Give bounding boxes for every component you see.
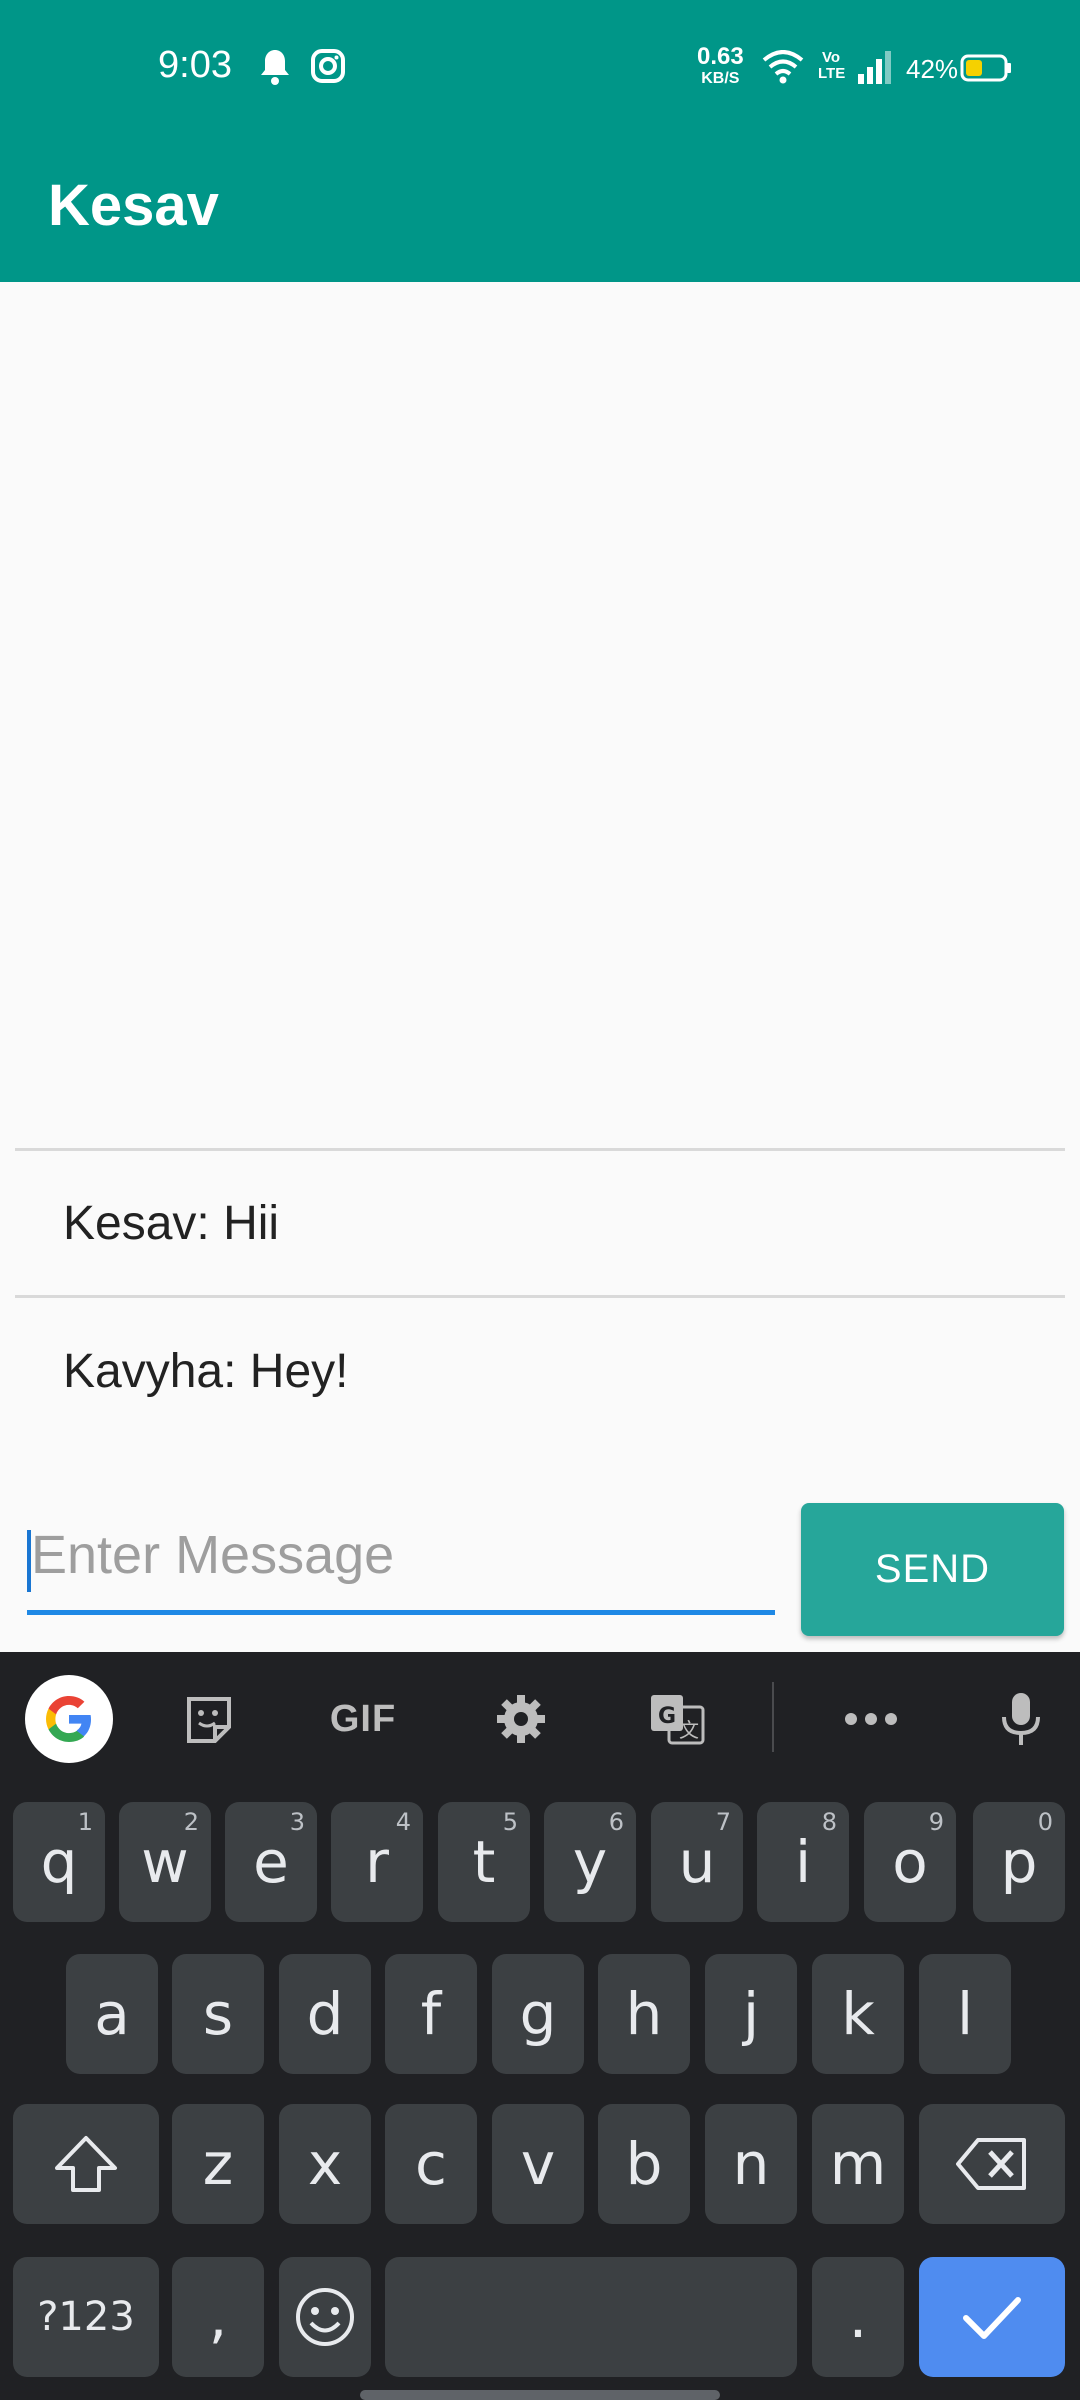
key-k[interactable]: k [812,1954,904,2074]
key-hint: 7 [715,1808,731,1836]
key-h[interactable]: h [598,1954,690,2074]
svg-text:文: 文 [679,1718,699,1742]
key-q[interactable]: q1 [13,1802,105,1922]
keyboard: GIF G文 q1 w2 e3 r4 t5 y6 u7 i8 o9 p0 a s… [0,1652,1080,2400]
gif-button[interactable]: GIF [318,1674,408,1764]
key-b[interactable]: b [598,2104,690,2224]
key-o[interactable]: o9 [864,1802,956,1922]
bell-icon [258,48,292,91]
key-hint: 4 [395,1808,411,1836]
battery-icon [960,54,1012,87]
key-hint: 8 [821,1808,837,1836]
key-n[interactable]: n [705,2104,797,2224]
toolbar-divider [772,1682,774,1752]
key-x[interactable]: x [279,2104,371,2224]
emoji-icon [296,2288,354,2346]
key-u[interactable]: u7 [651,1802,743,1922]
shift-icon [55,2136,117,2192]
net-speed-value: 0.63 [697,43,744,70]
key-hint: 5 [502,1808,518,1836]
key-label: q [40,1828,78,1896]
sticker-icon[interactable] [164,1674,254,1764]
key-e[interactable]: e3 [225,1802,317,1922]
key-m[interactable]: m [812,2104,904,2224]
key-a[interactable]: a [66,1954,158,2074]
backspace-icon [956,2138,1026,2190]
key-d[interactable]: d [279,1954,371,2074]
key-hint: 0 [1037,1808,1053,1836]
send-button[interactable]: SEND [801,1503,1064,1636]
net-speed: 0.63 KB/S [697,43,744,90]
home-indicator[interactable] [360,2390,720,2400]
key-z[interactable]: z [172,2104,264,2224]
key-j[interactable]: j [705,1954,797,2074]
signal-icon [856,50,892,89]
battery-percent: 42% [906,54,959,84]
symbols-key[interactable]: ?123 [13,2257,159,2377]
input-underline [27,1610,775,1615]
comma-key[interactable]: , [172,2257,264,2377]
key-y[interactable]: y6 [544,1802,636,1922]
done-key[interactable] [919,2257,1065,2377]
key-hint: 1 [77,1808,93,1836]
key-label: i [794,1828,812,1896]
key-l[interactable]: l [919,1954,1011,2074]
list-item: Kavyha: Hey! [63,1345,349,1398]
key-label: t [472,1828,496,1896]
key-label: e [253,1828,289,1896]
key-label: r [365,1828,389,1896]
app-bar: Kesav [0,136,1080,282]
keyboard-toolbar: GIF G文 [0,1652,1080,1782]
key-label: u [678,1828,716,1896]
wifi-icon [762,50,804,89]
key-hint: 6 [608,1808,624,1836]
key-label: w [141,1828,189,1896]
svg-text:G: G [658,1704,676,1729]
key-label: o [892,1828,928,1896]
status-bar: 9:03 0.63 KB/S Vo LTE 42% [0,0,1080,136]
key-g[interactable]: g [492,1954,584,2074]
key-label: p [1000,1828,1038,1896]
mic-icon[interactable] [976,1674,1066,1764]
instagram-icon [310,48,346,89]
message-input-wrapper [27,1500,775,1618]
key-hint: 3 [289,1808,305,1836]
message-input[interactable] [27,1500,775,1610]
net-speed-unit: KB/S [701,70,740,87]
checkmark-icon [963,2297,1021,2339]
divider [15,1148,1065,1151]
key-label: y [572,1828,608,1896]
key-w[interactable]: w2 [119,1802,211,1922]
gear-icon[interactable] [476,1674,566,1764]
volte-icon: Vo LTE [818,49,846,82]
shift-key[interactable] [13,2104,159,2224]
key-r[interactable]: r4 [331,1802,423,1922]
key-v[interactable]: v [492,2104,584,2224]
key-s[interactable]: s [172,1954,264,2074]
emoji-key[interactable] [279,2257,371,2377]
backspace-key[interactable] [919,2104,1065,2224]
key-p[interactable]: p0 [973,1802,1065,1922]
key-i[interactable]: i8 [757,1802,849,1922]
page-title: Kesav [48,173,219,238]
space-key[interactable] [385,2257,797,2377]
translate-icon[interactable]: G文 [632,1674,722,1764]
key-c[interactable]: c [385,2104,477,2224]
more-icon[interactable] [826,1674,916,1764]
key-f[interactable]: f [385,1954,477,2074]
period-key[interactable]: . [812,2257,904,2377]
google-icon[interactable] [24,1674,114,1764]
key-hint: 2 [183,1808,199,1836]
divider [15,1295,1065,1298]
key-t[interactable]: t5 [438,1802,530,1922]
status-time: 9:03 [158,44,232,86]
key-hint: 9 [928,1808,944,1836]
list-item: Kesav: Hii [63,1197,280,1250]
text-cursor [27,1530,31,1592]
